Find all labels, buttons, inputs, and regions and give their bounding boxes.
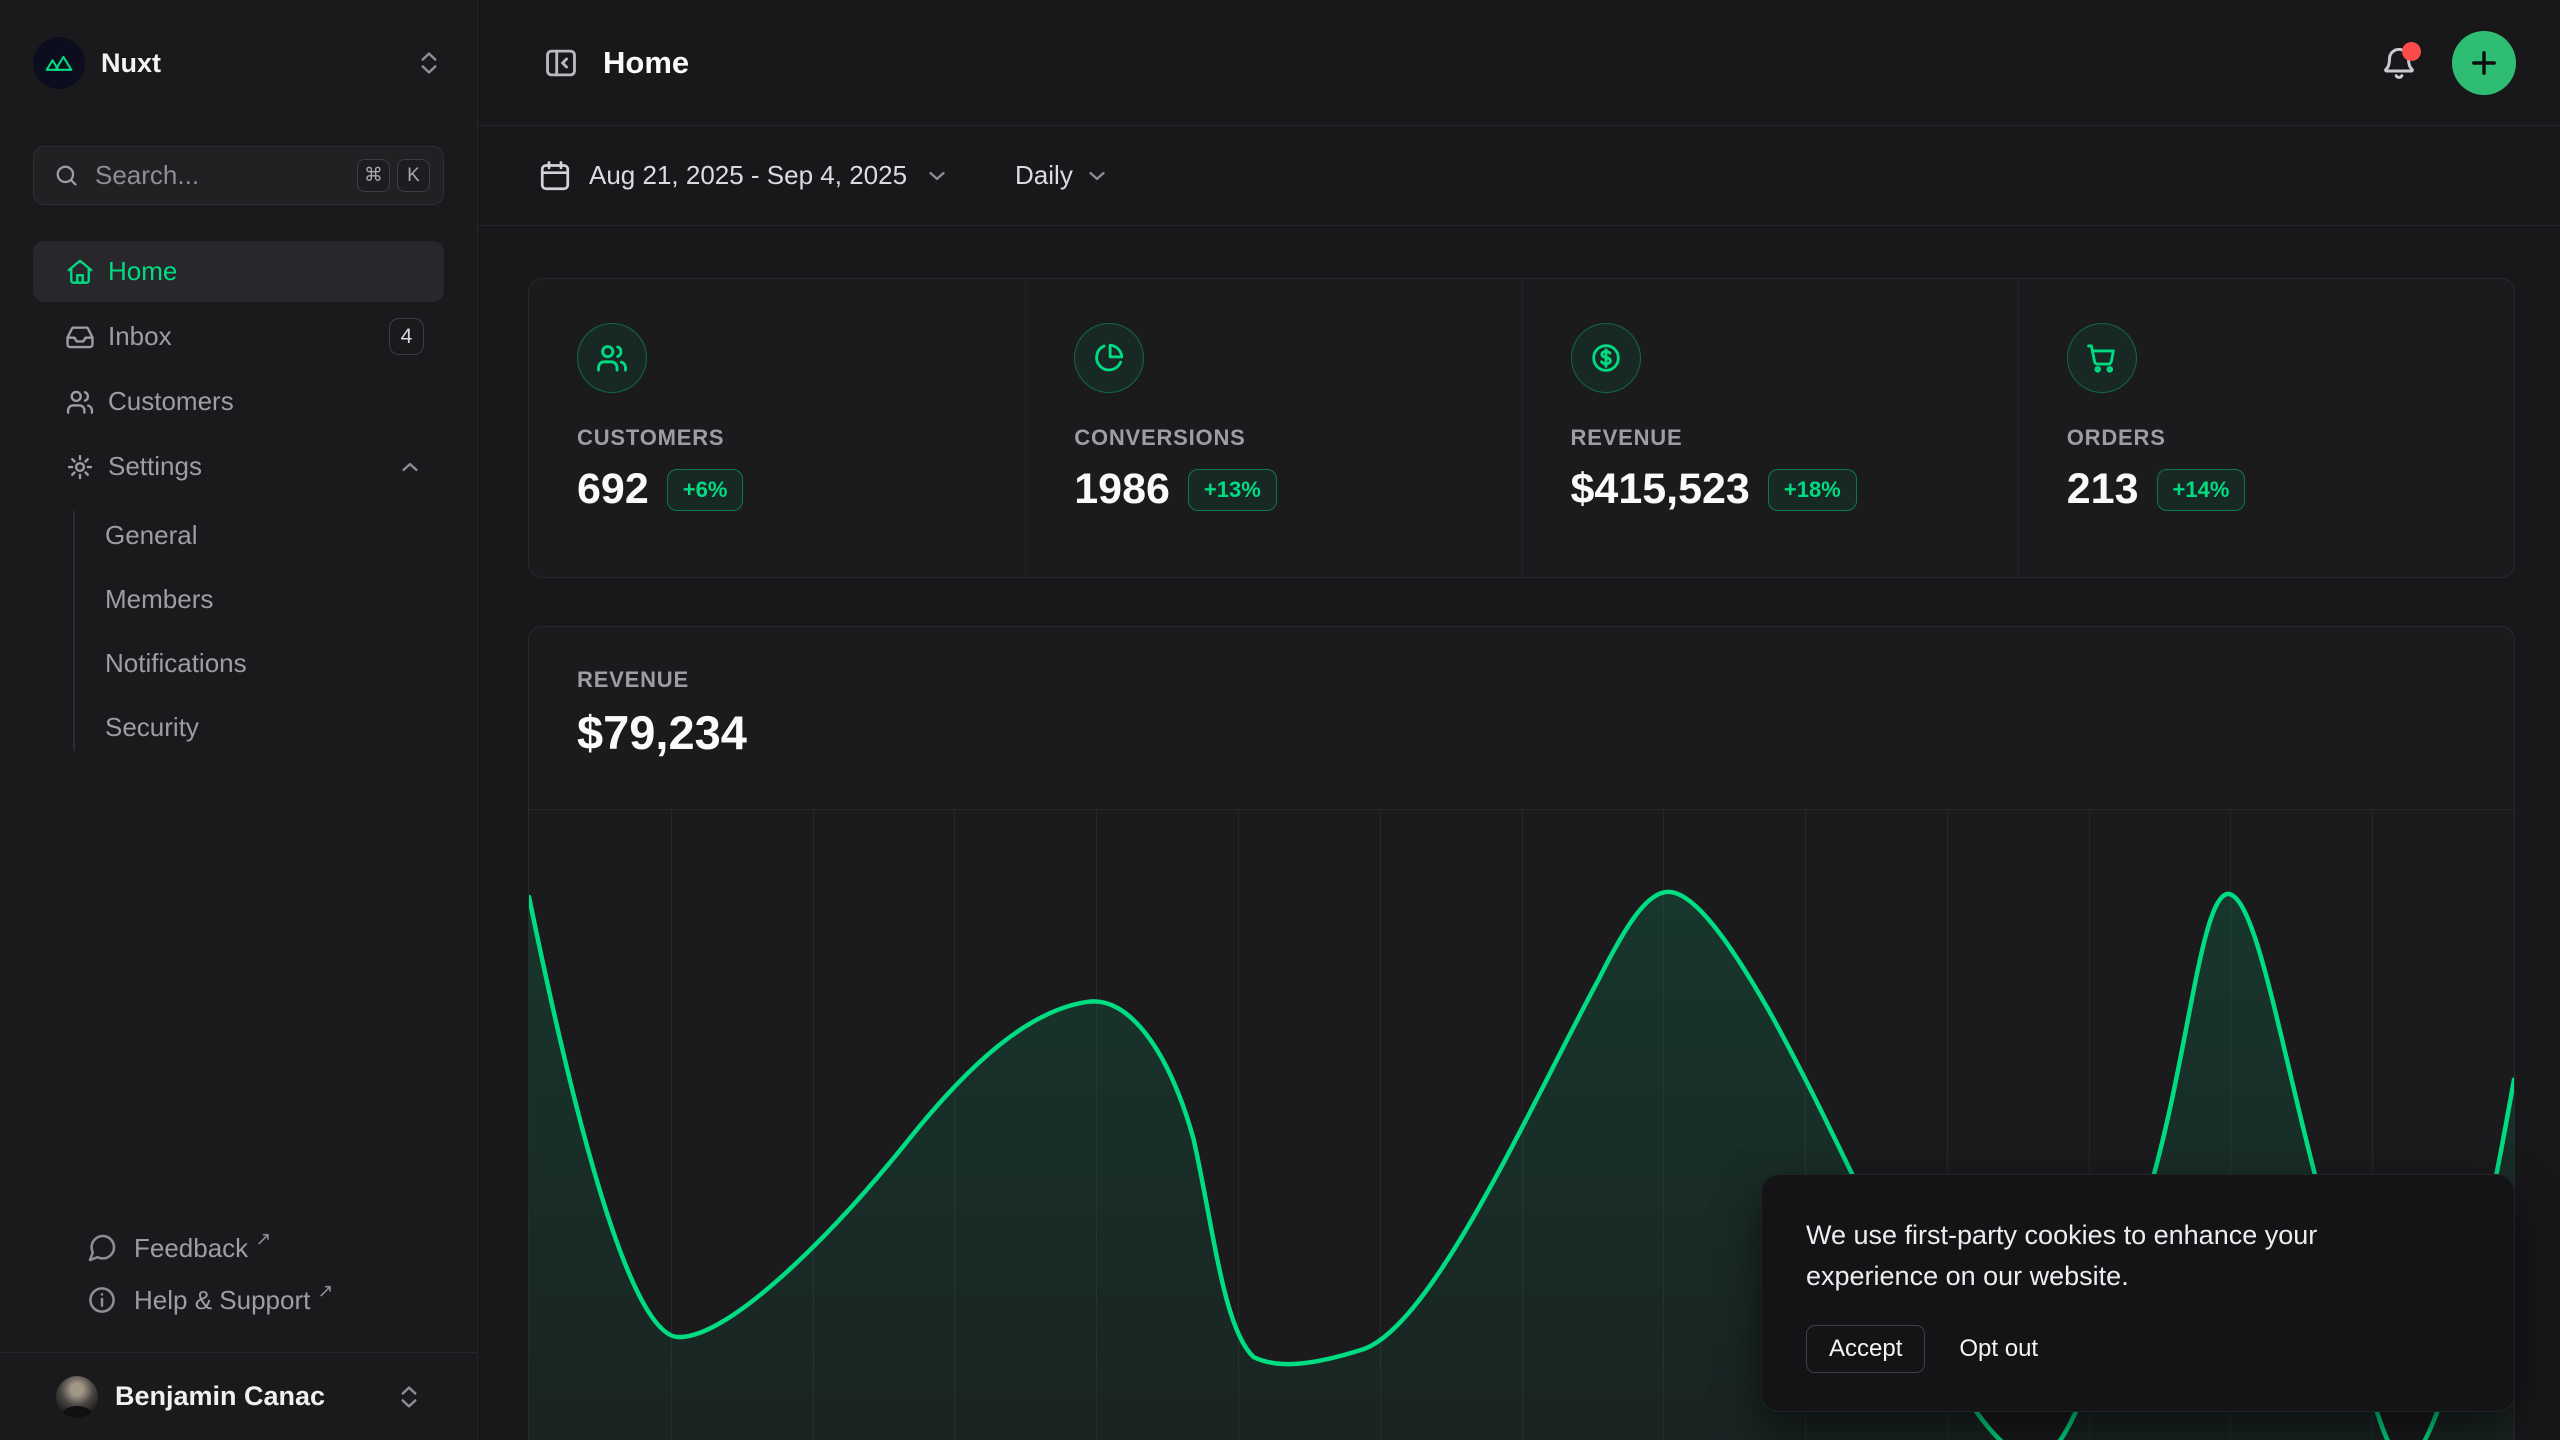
- notifications-button[interactable]: [2376, 40, 2422, 86]
- pie-chart-icon: [1074, 323, 1144, 393]
- chevron-up-down-icon: [394, 1382, 424, 1412]
- stat-label: REVENUE: [1571, 425, 1970, 451]
- cookie-banner: We use first-party cookies to enhance yo…: [1761, 1174, 2515, 1412]
- sidebar-item-general[interactable]: General: [33, 505, 444, 565]
- sidebar-item-label: Settings: [108, 451, 202, 482]
- feedback-link[interactable]: Feedback ↗: [66, 1222, 411, 1274]
- sidebar-item-label: Inbox: [108, 321, 172, 352]
- stat-delta-badge: +18%: [1768, 469, 1857, 511]
- search-icon: [53, 162, 80, 189]
- sidebar-item-label: Home: [108, 256, 177, 287]
- sidebar-nav: Home Inbox 4 Customers: [33, 241, 444, 757]
- opt-out-button[interactable]: Opt out: [1959, 1335, 2038, 1363]
- chevron-up-down-icon: [414, 48, 444, 78]
- date-range-button[interactable]: Aug 21, 2025 - Sep 4, 2025: [537, 158, 951, 194]
- accept-button[interactable]: Accept: [1806, 1325, 1925, 1373]
- help-support-link[interactable]: Help & Support ↗: [66, 1274, 411, 1326]
- sidebar-item-inbox[interactable]: Inbox 4: [33, 306, 444, 367]
- sidebar-item-home[interactable]: Home: [33, 241, 444, 302]
- user-name: Benjamin Canac: [115, 1381, 325, 1412]
- stat-label: CONVERSIONS: [1074, 425, 1473, 451]
- users-icon: [65, 387, 95, 417]
- gear-icon: [65, 452, 95, 482]
- chevron-down-icon: [923, 162, 951, 190]
- stat-delta-badge: +6%: [667, 469, 744, 511]
- settings-subnav: General Members Notifications Security: [33, 505, 444, 757]
- cookie-message: We use first-party cookies to enhance yo…: [1806, 1215, 2386, 1297]
- date-range-label: Aug 21, 2025 - Sep 4, 2025: [589, 160, 907, 191]
- granularity-select[interactable]: Daily: [1015, 160, 1111, 191]
- stat-delta-badge: +14%: [2157, 469, 2246, 511]
- workspace-switcher[interactable]: Nuxt: [33, 36, 444, 90]
- stat-label: ORDERS: [2067, 425, 2466, 451]
- stat-customers: CUSTOMERS 692 +6%: [529, 279, 1025, 577]
- panel-collapse-icon: [542, 44, 580, 82]
- stats-card: CUSTOMERS 692 +6% CONVERSIONS 1986 +13%: [528, 278, 2515, 578]
- users-icon: [577, 323, 647, 393]
- nuxt-logo-icon: [33, 37, 85, 89]
- search-bar[interactable]: ⌘ K: [33, 146, 444, 205]
- stat-revenue: REVENUE $415,523 +18%: [1522, 279, 2018, 577]
- sidebar-item-members[interactable]: Members: [33, 569, 444, 629]
- stat-value: 213: [2067, 465, 2139, 514]
- external-link-icon: ↗: [255, 1228, 271, 1250]
- sidebar-footer: Feedback ↗ Help & Support ↗: [33, 1222, 444, 1352]
- stat-delta-badge: +13%: [1188, 469, 1277, 511]
- sidebar: Nuxt ⌘ K Home: [0, 0, 478, 1440]
- brand-name: Nuxt: [101, 48, 161, 79]
- chevron-down-icon: [1083, 162, 1111, 190]
- chart-title: REVENUE: [577, 667, 2466, 693]
- sidebar-item-label: Customers: [108, 386, 234, 417]
- stat-orders: ORDERS 213 +14%: [2018, 279, 2514, 577]
- stat-value: 692: [577, 465, 649, 514]
- help-support-label: Help & Support: [134, 1285, 310, 1316]
- page-header: Home: [478, 0, 2560, 126]
- chat-bubble-icon: [86, 1232, 118, 1264]
- stat-conversions: CONVERSIONS 1986 +13%: [1025, 279, 1521, 577]
- inbox-count-badge: 4: [389, 318, 424, 355]
- kbd-cmd: ⌘: [357, 159, 390, 192]
- chart-total-value: $79,234: [577, 705, 2466, 760]
- inbox-icon: [65, 322, 95, 352]
- dollar-circle-icon: [1571, 323, 1641, 393]
- filter-bar: Aug 21, 2025 - Sep 4, 2025 Daily: [478, 126, 2560, 226]
- add-button[interactable]: [2452, 31, 2516, 95]
- page-title: Home: [603, 45, 689, 81]
- unread-dot: [2402, 42, 2421, 61]
- feedback-label: Feedback: [134, 1233, 248, 1264]
- plus-icon: [2466, 45, 2502, 81]
- user-menu[interactable]: Benjamin Canac: [0, 1352, 477, 1440]
- avatar: [56, 1376, 98, 1418]
- search-input[interactable]: [95, 160, 350, 191]
- stat-label: CUSTOMERS: [577, 425, 977, 451]
- shopping-cart-icon: [2067, 323, 2137, 393]
- sidebar-item-notifications[interactable]: Notifications: [33, 633, 444, 693]
- home-icon: [65, 257, 95, 287]
- sidebar-item-settings[interactable]: Settings: [33, 436, 444, 497]
- chevron-up-icon[interactable]: [396, 453, 424, 481]
- stat-value: 1986: [1074, 465, 1170, 514]
- sidebar-item-customers[interactable]: Customers: [33, 371, 444, 432]
- sidebar-item-security[interactable]: Security: [33, 697, 444, 757]
- granularity-label: Daily: [1015, 160, 1073, 191]
- stat-value: $415,523: [1571, 465, 1750, 514]
- info-icon: [86, 1284, 118, 1316]
- calendar-icon: [537, 158, 573, 194]
- external-link-icon: ↗: [317, 1280, 333, 1302]
- sidebar-collapse-button[interactable]: [537, 39, 585, 87]
- kbd-k: K: [397, 159, 430, 192]
